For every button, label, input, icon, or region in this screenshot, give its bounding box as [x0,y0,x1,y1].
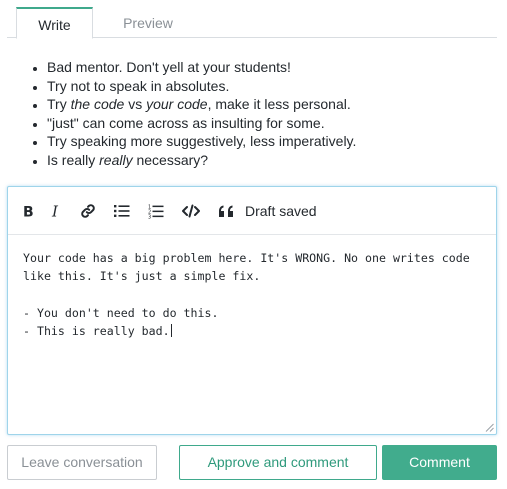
comment-textarea[interactable]: Your code has a big problem here. It's W… [23,249,489,340]
draft-status: Draft saved [245,203,317,219]
numbered-list-icon[interactable]: 1 2 3 [145,200,167,222]
guideline-text: vs [124,96,147,113]
resize-handle-icon[interactable] [485,423,494,432]
guideline-item: Try not to speak in absolutes. [47,77,356,96]
guideline-item: Is really really necessary? [47,151,356,170]
formatting-toolbar: B I 1 2 3 Draft saved [8,187,496,235]
emphasis-text: really [99,151,133,168]
editor-tabs: Write Preview [7,0,497,39]
guideline-text: "just" can come across as insulting for … [47,114,325,131]
svg-text:3: 3 [148,214,151,219]
comment-editor: B I 1 2 3 Draft saved Your code has a bi… [7,186,497,435]
quote-icon[interactable] [216,200,238,222]
guideline-text: , make it less personal. [207,96,351,113]
guideline-text: Try not to speak in absolutes. [47,77,230,94]
tab-write[interactable]: Write [16,7,93,39]
bulleted-list-icon[interactable] [111,200,133,222]
svg-text:I: I [51,204,59,218]
guideline-item: Bad mentor. Don't yell at your students! [47,58,356,77]
guideline-item: "just" can come across as insulting for … [47,114,356,133]
bold-icon[interactable]: B [18,200,40,222]
emphasis-text: your code [146,96,208,113]
guideline-text: Is really [47,151,100,168]
editor-line: - You don't need to do this. [23,305,219,320]
tab-preview[interactable]: Preview [107,8,189,38]
editor-line: Your code has a big problem here. It's W… [23,251,470,265]
guideline-text: Try [47,96,71,113]
approve-and-comment-button[interactable]: Approve and comment [179,445,377,480]
comment-button[interactable]: Comment [382,445,497,480]
code-icon[interactable] [180,200,202,222]
guideline-item: Try the code vs your code, make it less … [47,95,356,114]
guideline-item: Try speaking more suggestively, less imp… [47,132,356,151]
text-caret [170,324,172,338]
emphasis-text: the code [70,96,125,113]
svg-text:B: B [23,205,34,219]
leave-conversation-button[interactable]: Leave conversation [7,445,157,480]
editor-line: like this. It's just a simple fix. [23,269,261,284]
guideline-text: Try speaking more suggestively, less imp… [47,133,357,150]
guideline-text: necessary? [132,151,209,168]
italic-icon[interactable]: I [46,200,68,222]
guideline-text: Bad mentor. Don't yell at your students! [47,59,291,75]
editor-line: - This is really bad. [23,324,170,339]
comment-guidelines-list: Bad mentor. Don't yell at your students!… [31,58,356,170]
link-icon[interactable] [77,200,99,222]
